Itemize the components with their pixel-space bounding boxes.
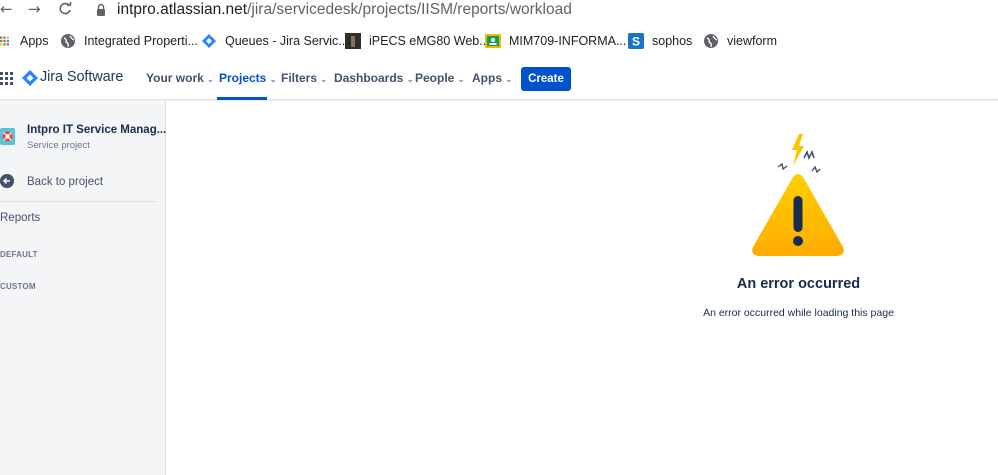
globe-icon — [704, 34, 718, 48]
chevron-down-icon: ⌄ — [505, 74, 513, 84]
nav-projects[interactable]: Projects ⌄ — [219, 71, 277, 85]
nav-label: Your work — [146, 71, 204, 85]
bookmark-sophos[interactable]: S sophos — [628, 31, 692, 51]
nav-label: Apps — [472, 71, 502, 85]
nav-label: Filters — [281, 71, 318, 85]
warning-icon — [752, 134, 844, 256]
error-title: An error occurred — [736, 276, 861, 292]
bookmark-label: Integrated Properti... — [84, 34, 198, 48]
bookmark-label: iPECS eMG80 Web... — [369, 34, 490, 48]
sophos-icon: S — [628, 33, 644, 49]
nav-apps[interactable]: Apps ⌄ — [472, 71, 513, 85]
ipecs-icon — [345, 33, 361, 49]
bookmark-ipecs[interactable]: iPECS eMG80 Web... — [345, 31, 490, 51]
svg-text:S: S — [632, 35, 640, 49]
jira-icon — [202, 34, 216, 48]
back-arrow-icon[interactable]: ← — [0, 0, 13, 20]
nav-filters[interactable]: Filters ⌄ — [281, 71, 328, 85]
bookmark-apps[interactable]: Apps — [0, 31, 49, 51]
project-type: Service project — [27, 140, 90, 151]
bookmark-label: Queues - Jira Servic... — [225, 34, 349, 48]
chevron-down-icon: ⌄ — [320, 74, 328, 84]
back-arrow-icon[interactable] — [0, 174, 14, 188]
app-switcher-icon[interactable] — [0, 72, 13, 85]
browser-address-bar: ← → intpro.atlassian.net/jira/servicedes… — [0, 0, 998, 22]
reload-icon[interactable] — [58, 2, 72, 16]
bookmark-label: viewform — [727, 34, 778, 48]
nav-label: Projects — [219, 71, 267, 85]
reports-heading: Reports — [0, 212, 41, 224]
jira-top-nav: Jira Software Your work ⌄ Projects ⌄ Filte… — [0, 57, 998, 100]
forward-arrow-icon[interactable]: → — [28, 0, 41, 20]
back-to-project-link[interactable]: Back to project — [27, 176, 103, 188]
apps-grid-icon — [0, 36, 9, 46]
sidebar-divider — [0, 201, 157, 202]
chevron-down-icon: ⌄ — [406, 74, 414, 84]
bookmark-integrated-properties[interactable]: Integrated Properti... — [60, 31, 198, 51]
chevron-down-icon: ⌄ — [269, 74, 277, 84]
nav-dashboards[interactable]: Dashboards ⌄ — [334, 71, 414, 85]
nav-label: Dashboards — [334, 71, 404, 85]
classroom-icon — [485, 34, 501, 48]
active-tab-indicator — [217, 97, 267, 100]
bookmark-label: sophos — [652, 34, 693, 48]
lock-icon — [97, 3, 105, 16]
bookmark-mim709[interactable]: MIM709-INFORMA... — [485, 31, 626, 51]
nav-people[interactable]: People ⌄ — [415, 71, 465, 85]
nav-label: People — [415, 71, 455, 85]
group-default[interactable]: DEFAULT — [0, 250, 38, 259]
bookmark-viewform[interactable]: viewform — [703, 31, 777, 51]
nav-your-work[interactable]: Your work ⌄ — [146, 71, 214, 85]
bookmark-label: Apps — [20, 34, 49, 48]
project-name[interactable]: Intpro IT Service Manag... — [27, 124, 166, 136]
globe-icon — [61, 34, 75, 48]
project-avatar-icon — [0, 128, 15, 145]
create-button[interactable]: Create — [521, 67, 571, 91]
group-custom[interactable]: CUSTOM — [0, 282, 36, 291]
bookmark-label: MIM709-INFORMA... — [509, 34, 627, 48]
bookmarks-bar: Apps Integrated Properti... Queues - Jir… — [0, 26, 998, 56]
url-input[interactable]: intpro.atlassian.net/jira/servicedesk/pr… — [117, 1, 572, 19]
chevron-down-icon: ⌄ — [206, 74, 215, 84]
error-message: An error occurred while loading this pag… — [703, 307, 894, 319]
bookmark-queues-jira[interactable]: Queues - Jira Servic... — [201, 31, 349, 51]
chevron-down-icon: ⌄ — [457, 74, 465, 84]
jira-logo-text[interactable]: Jira Software — [40, 69, 123, 85]
jira-logo-icon[interactable] — [22, 70, 38, 86]
project-sidebar: Intpro IT Service Manag... Service proje… — [0, 101, 166, 475]
